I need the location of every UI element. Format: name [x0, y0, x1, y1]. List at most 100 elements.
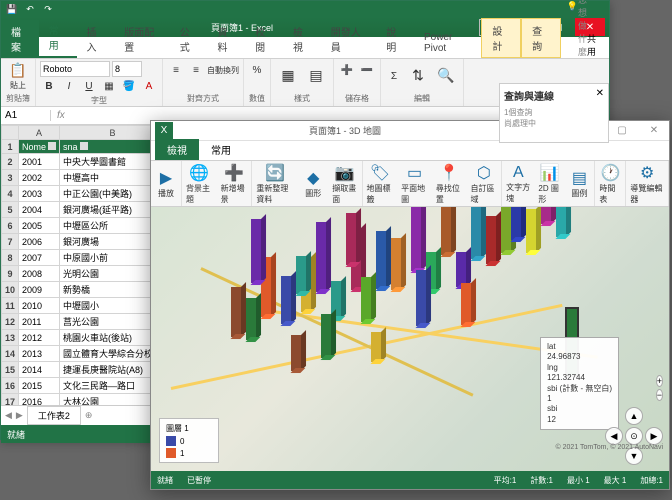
shapes-button[interactable]: ◆圖形: [298, 166, 328, 201]
cell[interactable]: 2002: [19, 170, 60, 186]
tab-layout[interactable]: 版面配置: [114, 20, 169, 58]
row-header[interactable]: 11: [2, 298, 19, 314]
play-tour-button[interactable]: ▶播放: [151, 166, 181, 201]
font-size-select[interactable]: [112, 61, 142, 77]
map-labels-button[interactable]: 🏷地圖標籤: [363, 161, 398, 207]
font-name-select[interactable]: [40, 61, 110, 77]
timeline-button[interactable]: 🕐時間表: [595, 161, 625, 207]
zoom-out-button[interactable]: −: [656, 389, 663, 401]
insert-cells-button[interactable]: ➕: [338, 61, 356, 79]
row-header[interactable]: 3: [2, 170, 19, 186]
table-format-button[interactable]: ▤: [303, 61, 329, 91]
tab-insert[interactable]: 插入: [77, 20, 115, 58]
share-button[interactable]: 共用: [587, 32, 609, 58]
save-icon[interactable]: 💾: [5, 2, 19, 16]
rotate-right-button[interactable]: ▶: [645, 427, 663, 445]
maximize-icon[interactable]: ▢: [607, 122, 637, 140]
delete-cells-button[interactable]: ➖: [358, 61, 376, 79]
map-tab-home[interactable]: 常用: [199, 139, 243, 160]
border-icon[interactable]: ▦: [100, 77, 118, 95]
align-center-icon[interactable]: ≡: [187, 61, 205, 79]
wrap-text-button[interactable]: 自動換列: [207, 61, 239, 79]
cell[interactable]: 2004: [19, 202, 60, 218]
custom-region-button[interactable]: ⬡自訂區域: [466, 161, 501, 207]
find-location-button[interactable]: 📍尋找位置: [432, 161, 467, 207]
fill-color-icon[interactable]: 🪣: [120, 77, 138, 95]
tab-dev[interactable]: 開發人員: [321, 20, 376, 58]
tab-powerpivot[interactable]: Power Pivot: [414, 28, 481, 58]
bold-icon[interactable]: B: [40, 77, 58, 95]
redo-icon[interactable]: ↷: [41, 2, 55, 16]
cell[interactable]: 2003: [19, 186, 60, 202]
italic-icon[interactable]: I: [60, 77, 78, 95]
row-header[interactable]: 17: [2, 394, 19, 406]
undo-icon[interactable]: ↶: [23, 2, 37, 16]
tab-home[interactable]: 常用: [39, 18, 77, 58]
paste-button[interactable]: 📋貼上: [5, 61, 31, 91]
align-left-icon[interactable]: ≡: [167, 61, 185, 79]
tilt-up-button[interactable]: ▲: [625, 407, 643, 425]
rotate-left-button[interactable]: ◀: [605, 427, 623, 445]
tab-formulas[interactable]: 公式: [170, 20, 208, 58]
cell[interactable]: 2016: [19, 394, 60, 406]
row-header[interactable]: 2: [2, 154, 19, 170]
cell[interactable]: 2009: [19, 282, 60, 298]
tour-editor-button[interactable]: ⚙導覽編輯器: [626, 161, 668, 207]
row-header[interactable]: 7: [2, 234, 19, 250]
tell-me-search[interactable]: 💡 告訴我您想做什麼: [561, 0, 587, 58]
sheet-nav-next-icon[interactable]: ▶: [16, 410, 23, 421]
row-header[interactable]: 14: [2, 346, 19, 362]
cell[interactable]: 2010: [19, 298, 60, 314]
reset-view-button[interactable]: ⊙: [625, 427, 643, 445]
row-header[interactable]: 8: [2, 250, 19, 266]
row-header[interactable]: 16: [2, 378, 19, 394]
capture-button[interactable]: 📷擷取畫面: [328, 161, 361, 207]
cell[interactable]: 2001: [19, 154, 60, 170]
close-icon[interactable]: ✕: [639, 122, 669, 140]
add-scene-button[interactable]: ➕新增場景: [217, 161, 252, 207]
tab-data[interactable]: 資料: [207, 20, 245, 58]
cell[interactable]: 2008: [19, 266, 60, 282]
cell[interactable]: 2005: [19, 218, 60, 234]
sheet-nav-prev-icon[interactable]: ◀: [5, 410, 12, 421]
3d-map-canvas[interactable]: lat 24.96873 lng 121.32744 sbi (計數 - 無空白…: [151, 207, 669, 471]
row-header[interactable]: 9: [2, 266, 19, 282]
close-icon[interactable]: ✕: [596, 88, 604, 99]
refresh-button[interactable]: 🔄重新整理資料: [252, 161, 298, 207]
cell[interactable]: 2011: [19, 314, 60, 330]
zoom-in-button[interactable]: +: [656, 375, 663, 387]
tab-help[interactable]: 說明: [376, 20, 414, 58]
cell[interactable]: 2013: [19, 346, 60, 362]
add-sheet-icon[interactable]: ⊕: [85, 410, 93, 421]
fx-icon[interactable]: fx: [51, 110, 71, 121]
row-header[interactable]: 1: [2, 140, 19, 154]
cell[interactable]: 2006: [19, 234, 60, 250]
row-header[interactable]: 5: [2, 202, 19, 218]
theme-button[interactable]: 🌐背景主題: [182, 161, 217, 207]
number-format-icon[interactable]: %: [248, 61, 266, 79]
row-header[interactable]: 13: [2, 330, 19, 346]
autosum-icon[interactable]: Σ: [385, 67, 403, 85]
flat-map-button[interactable]: ▭平面地圖: [397, 161, 432, 207]
cell[interactable]: 2007: [19, 250, 60, 266]
tab-query[interactable]: 查詢: [521, 18, 561, 58]
tab-review[interactable]: 校閱: [245, 20, 283, 58]
map-tab-view[interactable]: 檢視: [155, 139, 199, 160]
tab-view[interactable]: 檢視: [283, 20, 321, 58]
row-header[interactable]: 6: [2, 218, 19, 234]
2d-chart-button[interactable]: 📊2D 圖形: [534, 161, 564, 207]
row-header[interactable]: 4: [2, 186, 19, 202]
legend-button[interactable]: ▤圖例: [564, 166, 594, 201]
tab-design[interactable]: 設計: [481, 18, 521, 58]
table-header-cell[interactable]: Nome: [19, 140, 60, 154]
cell[interactable]: 2014: [19, 362, 60, 378]
find-button[interactable]: 🔍: [433, 61, 459, 91]
col-header[interactable]: A: [19, 126, 60, 140]
name-box[interactable]: A1: [1, 110, 51, 121]
row-header[interactable]: 12: [2, 314, 19, 330]
font-color-icon[interactable]: A: [140, 77, 158, 95]
tab-file[interactable]: 檔案: [1, 20, 39, 58]
sort-filter-button[interactable]: ⇅: [405, 61, 431, 91]
row-header[interactable]: 10: [2, 282, 19, 298]
map-legend[interactable]: 圖層 1 0 1: [159, 418, 219, 463]
